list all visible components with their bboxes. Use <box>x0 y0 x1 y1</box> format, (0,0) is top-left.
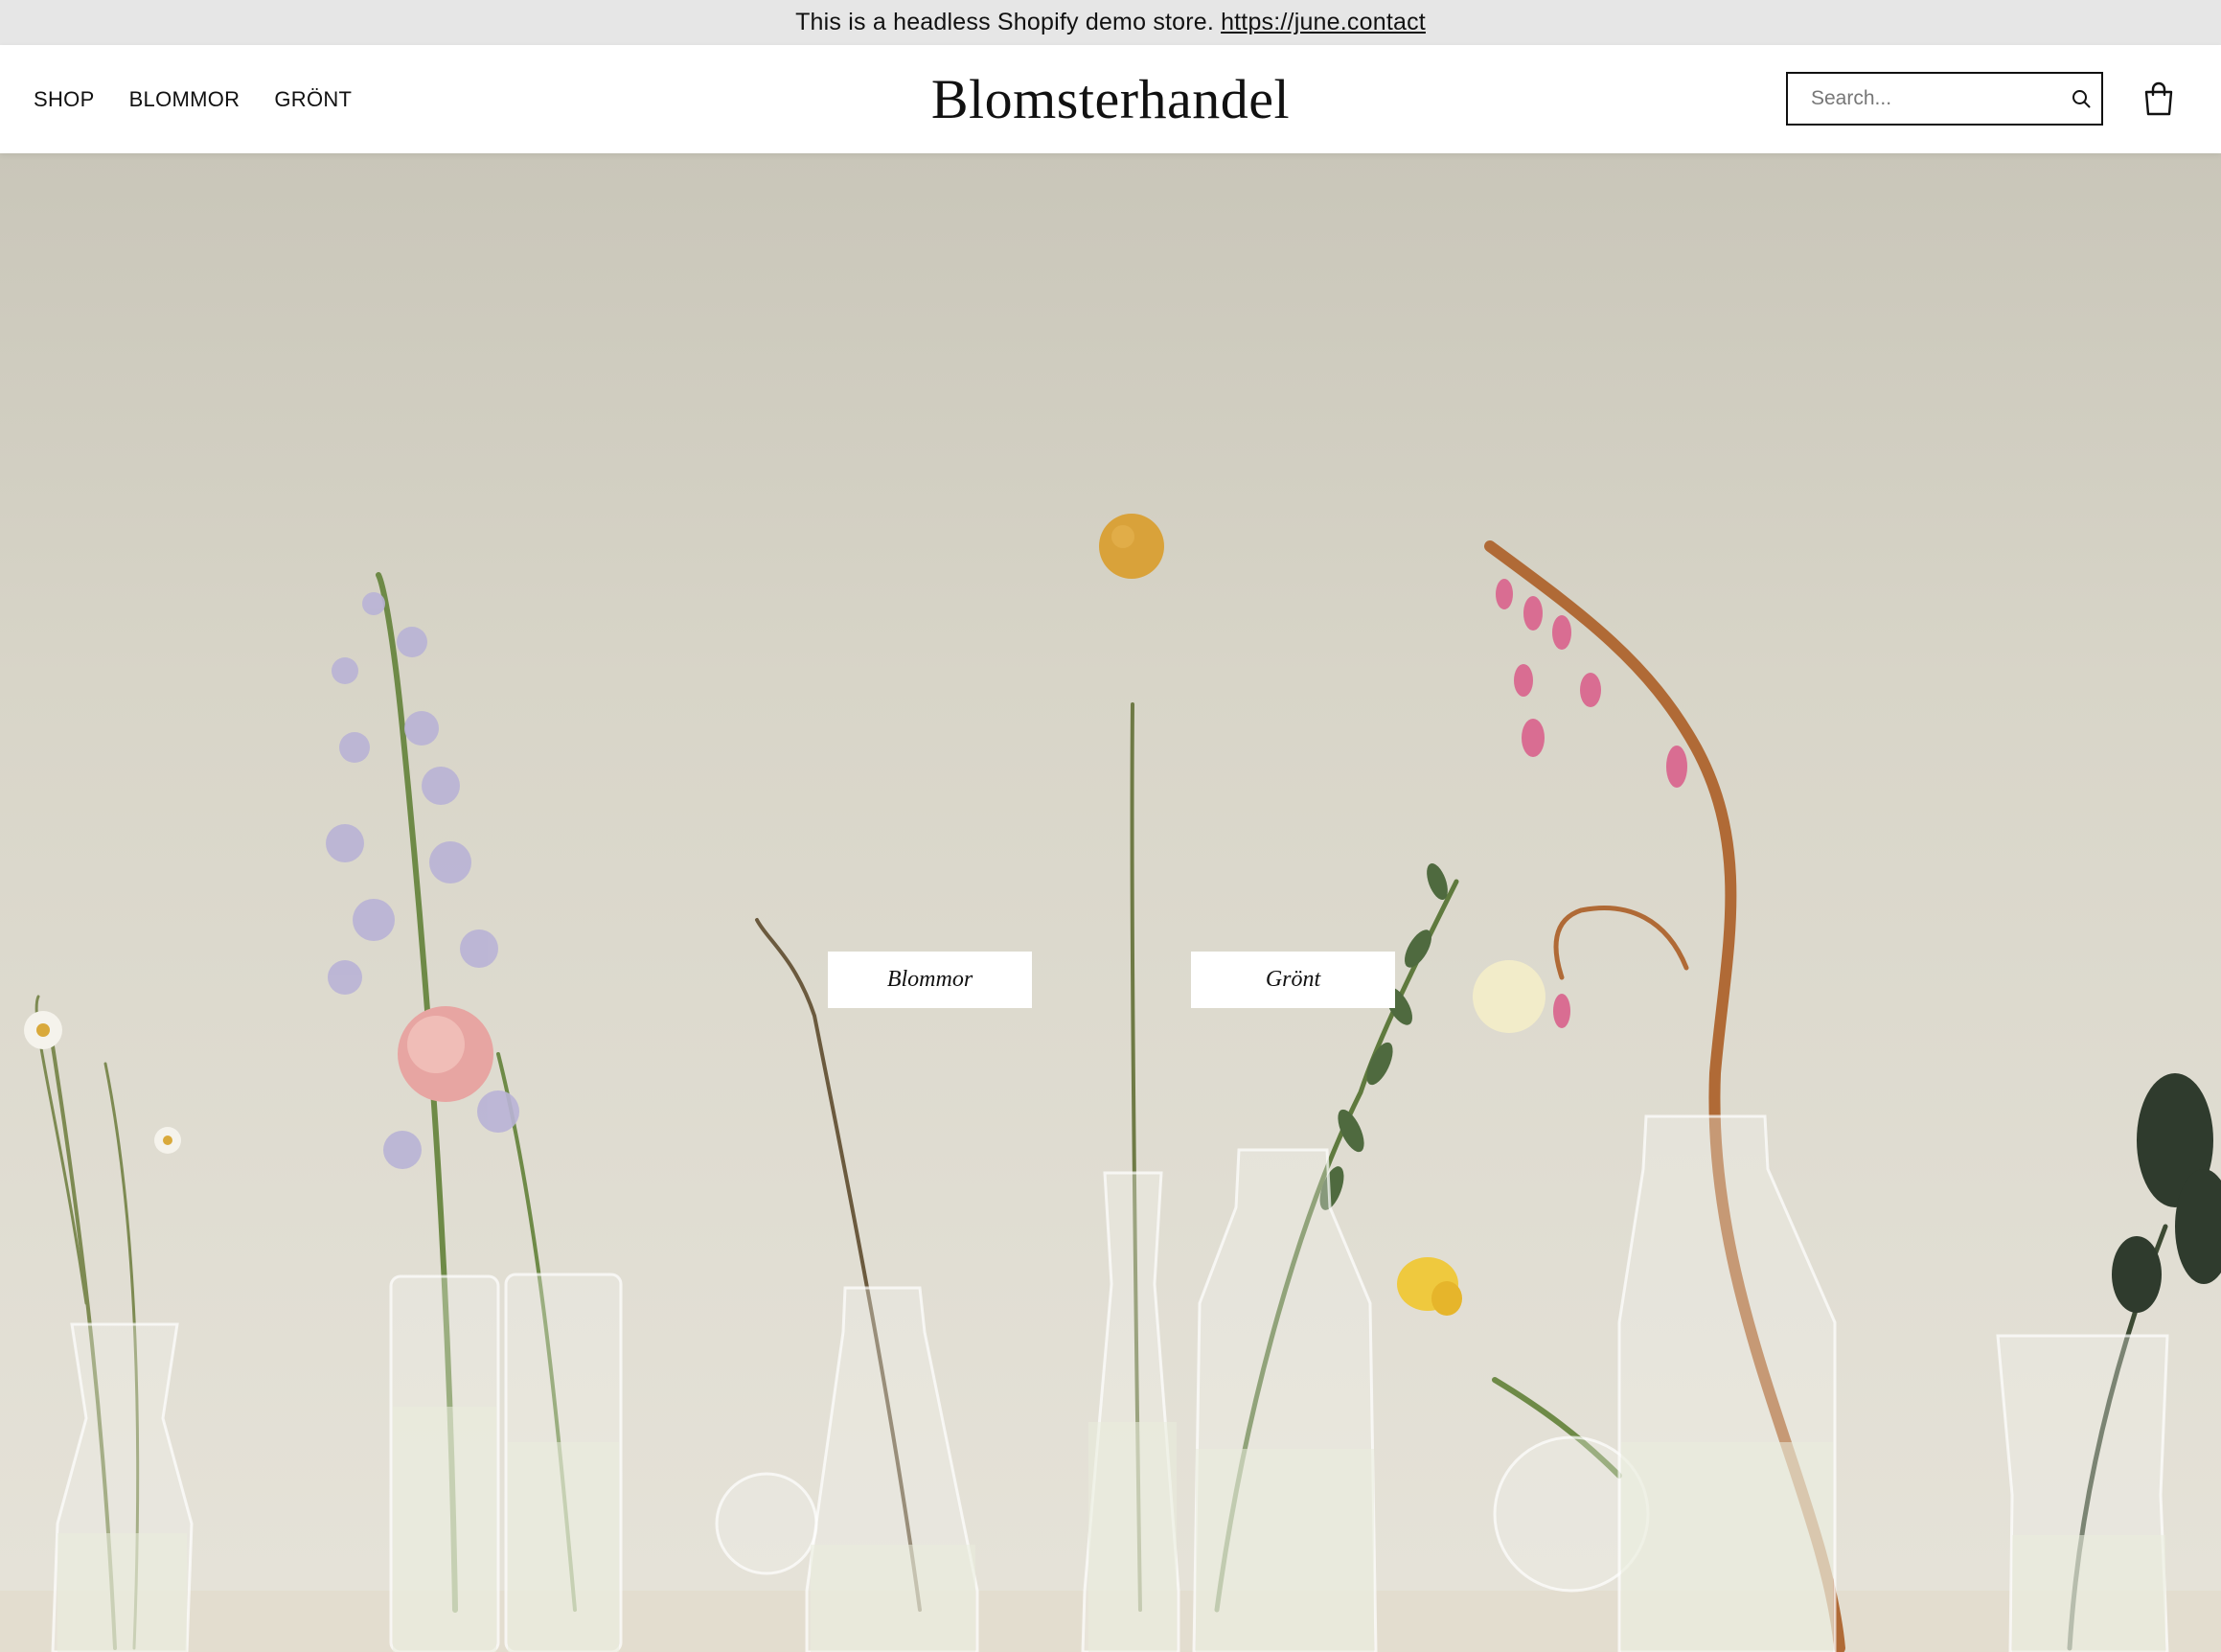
nav-item-gront[interactable]: GRÖNT <box>274 87 352 112</box>
site-header: SHOP BLOMMOR GRÖNT Blomsterhandel <box>0 45 2221 153</box>
brand-logo[interactable]: Blomsterhandel <box>931 67 1290 131</box>
announcement-bar: This is a headless Shopify demo store. h… <box>0 0 2221 45</box>
search-input[interactable] <box>1788 74 2071 124</box>
shopping-bag-icon[interactable] <box>2142 80 2175 117</box>
hero-flowers-image <box>0 514 2221 1652</box>
blommor-button[interactable]: Blommor <box>828 952 1032 1008</box>
announcement-text: This is a headless Shopify demo store. <box>795 9 1215 35</box>
search-icon[interactable] <box>2071 88 2092 109</box>
nav-item-shop[interactable]: SHOP <box>34 87 95 112</box>
hero-banner: Blommor Grönt <box>0 153 2221 1652</box>
gront-button[interactable]: Grönt <box>1191 952 1395 1008</box>
search-box <box>1786 72 2103 126</box>
main-nav: SHOP BLOMMOR GRÖNT <box>34 45 352 153</box>
nav-item-blommor[interactable]: BLOMMOR <box>129 87 240 112</box>
announcement-link[interactable]: https://june.contact <box>1221 9 1426 36</box>
